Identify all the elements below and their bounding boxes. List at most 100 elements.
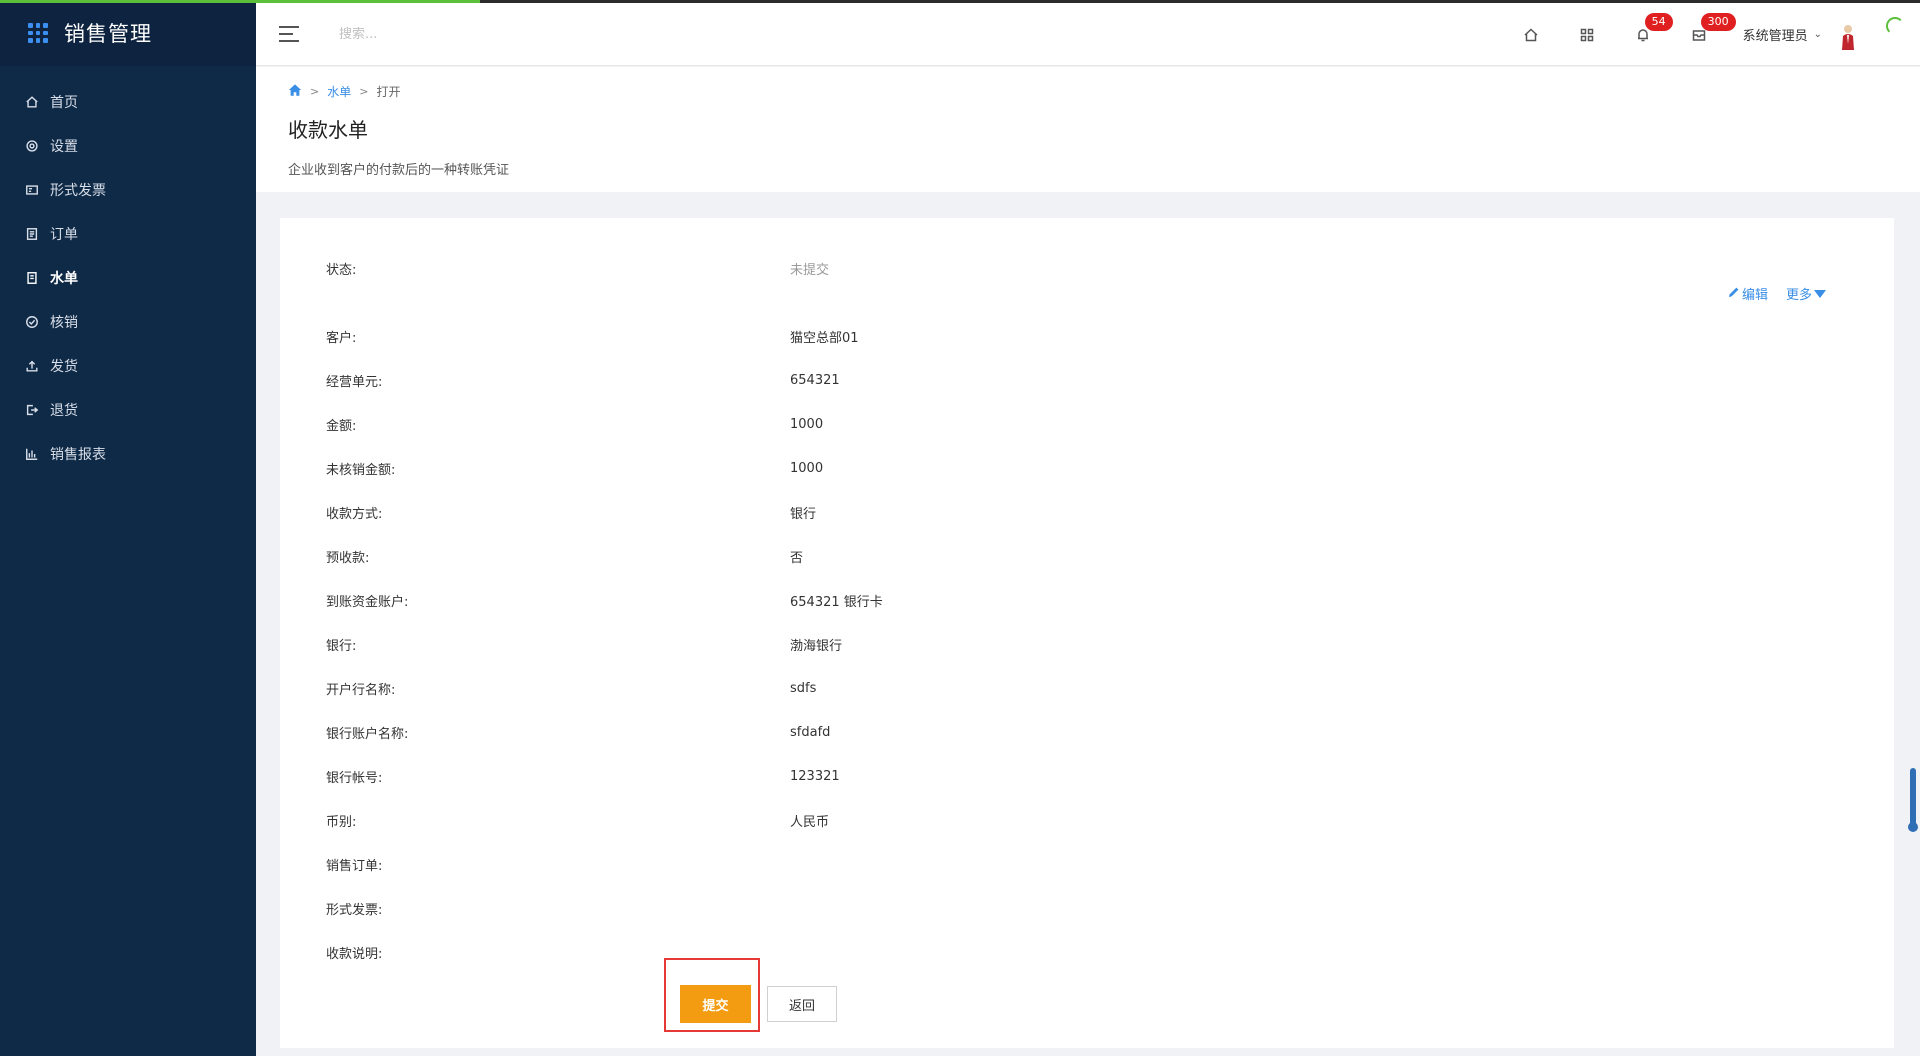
- pencil-icon: [1728, 286, 1742, 302]
- sidebar-item-shipping[interactable]: 发货: [0, 344, 256, 388]
- detail-row: 币别: 人民币: [326, 798, 1226, 842]
- sidebar-item-receipts[interactable]: 水单: [0, 256, 256, 300]
- field-value: 猫空总部01: [790, 330, 859, 346]
- detail-row: 金额: 1000: [326, 402, 1226, 446]
- notification-badge: 54: [1644, 13, 1673, 31]
- detail-row: 银行: 渤海银行: [326, 622, 1226, 666]
- menu-toggle-icon[interactable]: [279, 26, 299, 42]
- detail-row: 销售订单:: [326, 842, 1226, 886]
- field-label: 经营单元:: [326, 374, 383, 390]
- field-label: 收款方式:: [326, 506, 383, 522]
- more-dropdown[interactable]: 更多: [1786, 284, 1826, 303]
- sidebar-item-label: 订单: [50, 227, 78, 243]
- detail-row: 状态: 未提交: [326, 246, 1226, 290]
- submit-button[interactable]: 提交: [680, 985, 751, 1023]
- field-value: 银行: [790, 506, 817, 522]
- sidebar-item-label: 退货: [50, 403, 78, 419]
- app-title: 销售管理: [64, 22, 152, 46]
- page-description: 企业收到客户的付款后的一种转账凭证: [288, 163, 510, 178]
- breadcrumb-separator: >: [310, 85, 320, 98]
- detail-fields: 状态: 未提交 客户: 猫空总部01 经营单元: 654321 金额: 1000 未核销金额: 1…: [326, 246, 1226, 974]
- sidebar-item-label: 发货: [50, 359, 78, 375]
- order-icon: [24, 226, 40, 242]
- page-load-progress-fill: [0, 0, 480, 3]
- chevron-down-icon: ⌄: [1813, 29, 1822, 40]
- check-circle-icon: [24, 314, 40, 330]
- app-logo[interactable]: 销售管理: [0, 0, 256, 66]
- field-label: 金额:: [326, 418, 357, 434]
- field-label: 未核销金额:: [326, 462, 396, 478]
- record-actions: 编辑 更多: [1728, 284, 1826, 303]
- user-menu[interactable]: 系统管理员 ⌄: [1743, 25, 1822, 44]
- field-label: 销售订单:: [326, 858, 383, 874]
- scrollbar-thumb[interactable]: [1908, 768, 1918, 832]
- field-value: 渤海银行: [790, 638, 843, 654]
- page-header: > 水单 > 打开 收款水单 企业收到客户的付款后的一种转账凭证: [256, 67, 1920, 192]
- sidebar-item-label: 水单: [50, 271, 78, 287]
- sidebar-item-home[interactable]: 首页: [0, 80, 256, 124]
- search-input[interactable]: [339, 26, 639, 42]
- caret-down-icon: [1814, 289, 1826, 298]
- breadcrumb: > 水单 > 打开: [288, 83, 1920, 100]
- field-label: 银行账户名称:: [326, 726, 409, 742]
- field-label: 到账资金账户:: [326, 594, 409, 610]
- field-value: sfdafd: [790, 724, 831, 740]
- top-header: 54 300 系统管理员 ⌄: [256, 3, 1920, 66]
- notifications-button[interactable]: 54: [1615, 3, 1673, 66]
- sidebar-item-label: 首页: [50, 95, 78, 111]
- field-value: 否: [790, 550, 804, 566]
- bar-chart-icon: [24, 446, 40, 462]
- invoice-icon: [24, 182, 40, 198]
- avatar[interactable]: [1836, 20, 1860, 50]
- receipt-detail-card: 编辑 更多 状态: 未提交 客户: 猫空总部01 经营单元: 654321 金额: 1000 未…: [280, 218, 1894, 1048]
- field-value: 1000: [790, 460, 824, 476]
- home-button[interactable]: [1503, 3, 1559, 66]
- home-icon: [24, 94, 40, 110]
- gear-icon: [24, 138, 40, 154]
- home-icon[interactable]: [288, 83, 302, 100]
- field-value: sdfs: [790, 680, 817, 696]
- detail-row: 收款方式: 银行: [326, 490, 1226, 534]
- page-load-progress: [0, 0, 1920, 3]
- detail-row: 到账资金账户: 654321 银行卡: [326, 578, 1226, 622]
- detail-row: 开户行名称: sdfs: [326, 666, 1226, 710]
- user-name: 系统管理员: [1742, 29, 1808, 44]
- upload-icon: [24, 358, 40, 374]
- detail-row: 形式发票:: [326, 886, 1226, 930]
- user-avatar-icon: [1842, 24, 1854, 50]
- field-label: 客户:: [326, 330, 357, 346]
- field-value: 人民币: [790, 814, 830, 830]
- breadcrumb-separator: >: [359, 85, 369, 98]
- apps-button[interactable]: [1559, 3, 1615, 66]
- field-label: 预收款:: [326, 550, 370, 566]
- loading-spinner-icon: [1886, 16, 1904, 35]
- messages-button[interactable]: 300: [1671, 3, 1736, 66]
- sidebar-item-orders[interactable]: 订单: [0, 212, 256, 256]
- detail-row: 客户: 猫空总部01: [326, 314, 1226, 358]
- field-label: 状态:: [326, 262, 357, 278]
- detail-row: 银行账户名称: sfdafd: [326, 710, 1226, 754]
- back-button[interactable]: 返回: [767, 986, 837, 1022]
- detail-row: 银行帐号: 123321: [326, 754, 1226, 798]
- field-label: 币别:: [326, 814, 357, 830]
- home-icon: [1524, 27, 1538, 41]
- receipt-icon: [24, 270, 40, 286]
- more-label: 更多: [1785, 288, 1812, 303]
- sidebar-item-write-off[interactable]: 核销: [0, 300, 256, 344]
- edit-button[interactable]: 编辑: [1728, 284, 1768, 303]
- apps-grid-icon: [28, 23, 48, 43]
- field-value: 123321: [790, 768, 840, 784]
- field-label: 开户行名称:: [326, 682, 396, 698]
- sidebar-item-settings[interactable]: 设置: [0, 124, 256, 168]
- sidebar-item-label: 核销: [50, 315, 78, 331]
- detail-row: 未核销金额: 1000: [326, 446, 1226, 490]
- sidebar-item-label: 形式发票: [50, 183, 106, 199]
- breadcrumb-parent-link[interactable]: 水单: [327, 83, 351, 100]
- field-label: 银行:: [326, 638, 357, 654]
- sidebar-item-returns[interactable]: 退货: [0, 388, 256, 432]
- edit-label: 编辑: [1741, 288, 1768, 303]
- sidebar-item-label: 设置: [50, 139, 78, 155]
- sidebar-item-proforma-invoice[interactable]: 形式发票: [0, 168, 256, 212]
- detail-row: 收款说明:: [326, 930, 1226, 974]
- sidebar-item-sales-report[interactable]: 销售报表: [0, 432, 256, 476]
